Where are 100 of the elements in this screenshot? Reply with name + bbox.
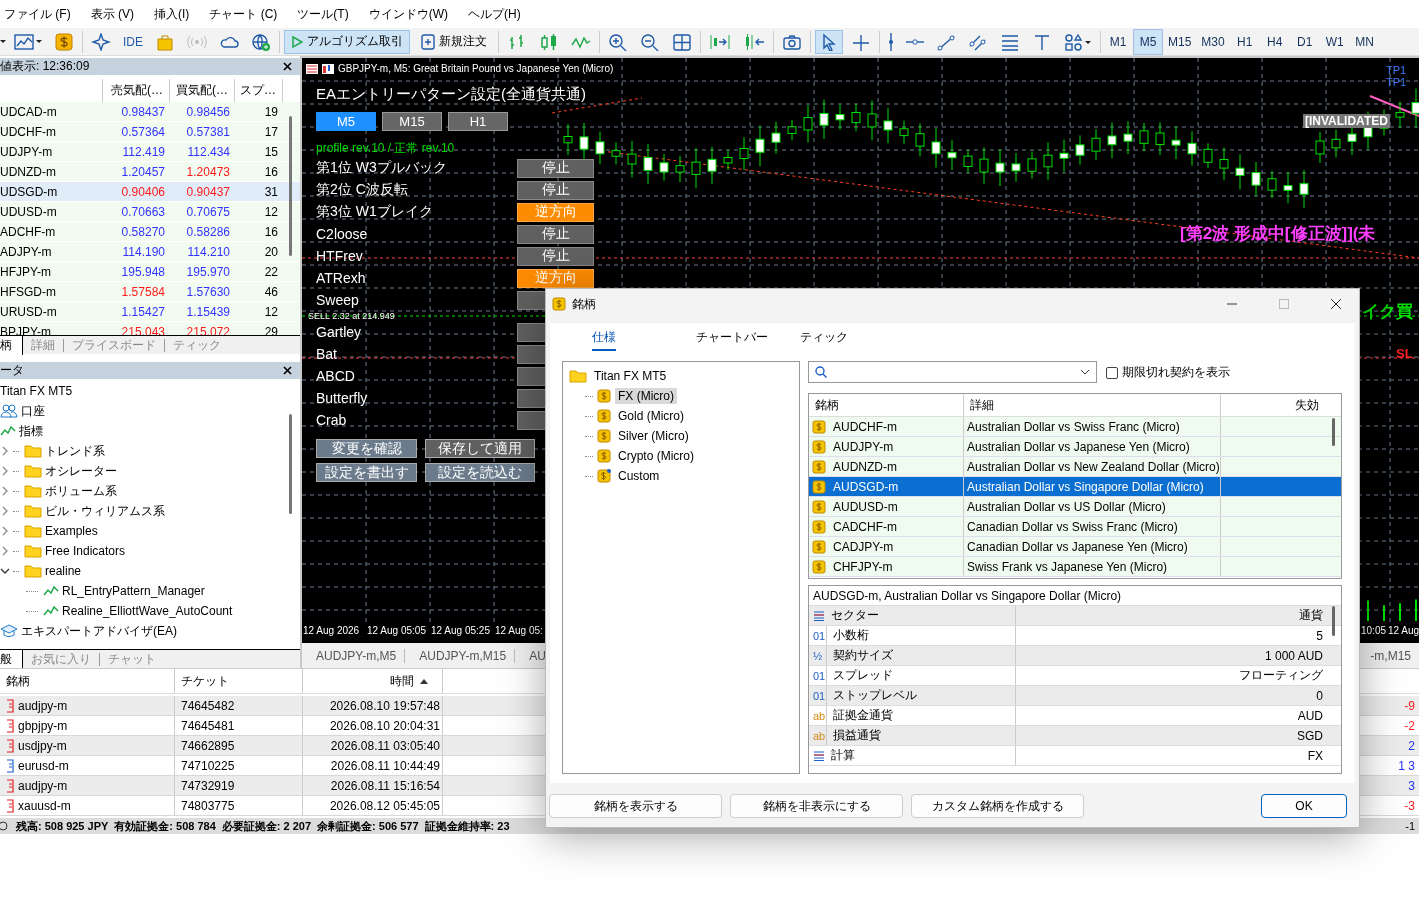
tree-item[interactable]: ビル・ウィリアムス系 xyxy=(0,501,300,521)
folder-icon xyxy=(24,444,42,458)
tree-item[interactable]: オシレーター xyxy=(0,461,300,481)
symbol-text[interactable]: UDJPY-m xyxy=(0,144,103,159)
dialog-tab[interactable]: ティック xyxy=(800,329,848,349)
tree-item[interactable]: Free Indicators xyxy=(0,541,300,561)
new-order-button[interactable]: 新規注文 xyxy=(414,29,494,54)
table-row[interactable]: AUDNZD-m Australian Dollar vs New Zealand Dollar (Micro) xyxy=(809,457,1341,477)
chart-tab[interactable]: AUDJPY-m,M15 xyxy=(405,648,516,663)
timeframe-button[interactable]: MN xyxy=(1349,28,1380,55)
tree-item[interactable]: Titan FX MT5 xyxy=(0,381,300,401)
mode-button[interactable]: 停止 xyxy=(517,246,594,266)
dialog-button[interactable]: カスタム銘柄を作成する xyxy=(911,794,1084,818)
table-row[interactable]: AUDJPY-m Australian Dollar vs Japanese Yen (Micro) xyxy=(809,437,1341,457)
search-field[interactable] xyxy=(808,361,1097,383)
cursor-button[interactable] xyxy=(815,29,843,54)
timeframe-button[interactable]: M15 xyxy=(1163,28,1197,55)
timeframe-button[interactable]: M30 xyxy=(1196,28,1230,55)
tree-item[interactable]: Titan FX MT5 xyxy=(591,368,670,384)
symbol-text[interactable]: UDCHF-m xyxy=(0,124,103,139)
action-button[interactable]: 変更を確認 xyxy=(316,439,417,458)
tree-item[interactable]: FX (Micro) xyxy=(615,388,677,404)
symbol-text[interactable]: ADJPY-m xyxy=(0,244,103,259)
column-header[interactable]: 失効 xyxy=(1221,394,1327,416)
tree-item[interactable]: Gold (Micro) xyxy=(615,408,687,424)
tree-item[interactable]: Silver (Micro) xyxy=(615,428,692,444)
dialog-button[interactable]: 銘柄を非表示にする xyxy=(730,794,903,818)
candle xyxy=(1299,169,1309,209)
symbol-text[interactable]: UDSGD-m xyxy=(0,184,103,199)
dialog-button[interactable]: OK xyxy=(1261,794,1347,818)
menu-item[interactable]: 挿入(I) xyxy=(154,5,200,23)
menu-item[interactable]: ツール(T) xyxy=(297,5,359,23)
dialog-button[interactable]: 銘柄を表示する xyxy=(549,794,722,818)
chart-tab[interactable]: -m,M15 xyxy=(1356,648,1419,663)
timeframe-button[interactable]: D1 xyxy=(1289,28,1320,55)
symbol-text[interactable]: ADCHF-m xyxy=(0,224,103,239)
chevron-right-icon[interactable] xyxy=(0,526,10,536)
timeframe-button[interactable]: H1 xyxy=(1229,28,1260,55)
tree-item[interactable]: RL_EntryPattern_Manager xyxy=(0,581,300,601)
timeframe-button[interactable]: W1 xyxy=(1319,28,1350,55)
timeframe-button[interactable]: H1 xyxy=(448,112,508,131)
dialog-tab[interactable]: チャートバー xyxy=(696,329,768,349)
table-row[interactable]: CHFJPY-m Swiss Frank vs Japanese Yen (Micro) xyxy=(809,557,1341,577)
timeframe-button[interactable]: M5 xyxy=(1133,28,1163,55)
chevron-right-icon[interactable] xyxy=(0,466,10,476)
chevron-right-icon[interactable] xyxy=(0,486,10,496)
algo-trading-button[interactable]: アルゴリズム取引 xyxy=(284,29,410,54)
action-button[interactable]: 設定を読込む xyxy=(425,463,535,482)
action-button[interactable]: 設定を書出す xyxy=(316,463,417,482)
panel-tab[interactable]: 柄 xyxy=(0,335,23,355)
action-button[interactable]: 保存して適用 xyxy=(425,439,535,458)
mode-button[interactable]: 停止 xyxy=(517,224,594,244)
mode-button[interactable]: 停止 xyxy=(517,158,594,178)
tree-item[interactable]: realine xyxy=(0,561,300,581)
menu-item[interactable]: チャート (C) xyxy=(209,5,288,23)
symbol-text[interactable]: URUSD-m xyxy=(0,304,103,319)
tree-item[interactable]: エキスパートアドバイザ(EA) xyxy=(0,621,300,641)
tree-item[interactable]: Realine_ElliottWave_AutoCount xyxy=(0,601,300,621)
tree-item[interactable]: Custom xyxy=(615,468,663,484)
symbol-text[interactable]: UDNZD-m xyxy=(0,164,103,179)
tree-item[interactable]: 指標 xyxy=(0,421,300,441)
column-header[interactable]: チケット xyxy=(181,669,229,693)
folder-icon xyxy=(24,544,42,558)
menu-item[interactable]: ヘルプ(H) xyxy=(468,5,531,23)
timeframe-button[interactable]: H4 xyxy=(1259,28,1290,55)
column-header[interactable]: 詳細 xyxy=(964,394,1221,416)
menu-item[interactable]: ウインドウ(W) xyxy=(368,5,458,23)
symbol-text[interactable]: HFJPY-m xyxy=(0,264,103,279)
column-header[interactable]: 銘柄 xyxy=(6,669,30,693)
panel-tab[interactable]: 般 xyxy=(0,649,23,668)
timeframe-button[interactable]: M1 xyxy=(1103,28,1133,55)
column-header[interactable]: 時間 xyxy=(390,669,414,693)
table-row[interactable]: AUDUSD-m Australian Dollar vs US Dollar (Micro) xyxy=(809,497,1341,517)
table-row[interactable]: AUDSGD-m Australian Dollar vs Singapore Dollar (Micro) xyxy=(809,477,1341,497)
indicator-icon xyxy=(43,585,59,597)
table-row[interactable]: CADCHF-m Canadian Dollar vs Swiss Franc (Micro) xyxy=(809,517,1341,537)
chevron-right-icon[interactable] xyxy=(0,446,10,456)
chevron-right-icon[interactable] xyxy=(0,506,10,516)
symbol-text[interactable]: UDCAD-m xyxy=(0,104,103,119)
tree-item[interactable]: Examples xyxy=(0,521,300,541)
tree-item[interactable]: Crypto (Micro) xyxy=(615,448,697,464)
tree-item[interactable]: ボリューム系 xyxy=(0,481,300,501)
table-row[interactable]: CADJPY-m Canadian Dollar vs Japanese Yen (Micro) xyxy=(809,537,1341,557)
menu-item[interactable]: 表示 (V) xyxy=(90,5,144,23)
column-header[interactable]: 銘柄 xyxy=(809,394,964,416)
symbol-text[interactable]: UDUSD-m xyxy=(0,204,103,219)
symbol-text[interactable]: BPJPY-m xyxy=(0,324,103,335)
chart-tab[interactable]: AUDJPY-m,M5 xyxy=(302,648,406,663)
chevron-right-icon[interactable] xyxy=(0,546,10,556)
timeframe-button[interactable]: M15 xyxy=(382,112,442,131)
ide-button[interactable]: IDE xyxy=(119,29,147,54)
tree-item[interactable]: トレンド系 xyxy=(0,441,300,461)
tree-item[interactable]: 口座 xyxy=(0,401,300,421)
chevron-down-icon[interactable] xyxy=(0,566,10,576)
table-row[interactable]: AUDCHF-m Australian Dollar vs Swiss Franc (Micro) xyxy=(809,417,1341,437)
checkbox[interactable] xyxy=(1106,366,1118,379)
menu-item[interactable]: ファイル (F) xyxy=(4,5,81,23)
dialog-tab[interactable]: 仕様 xyxy=(592,329,616,351)
symbol-text[interactable]: HFSGD-m xyxy=(0,284,103,299)
mode-button[interactable]: 停止 xyxy=(517,180,594,200)
